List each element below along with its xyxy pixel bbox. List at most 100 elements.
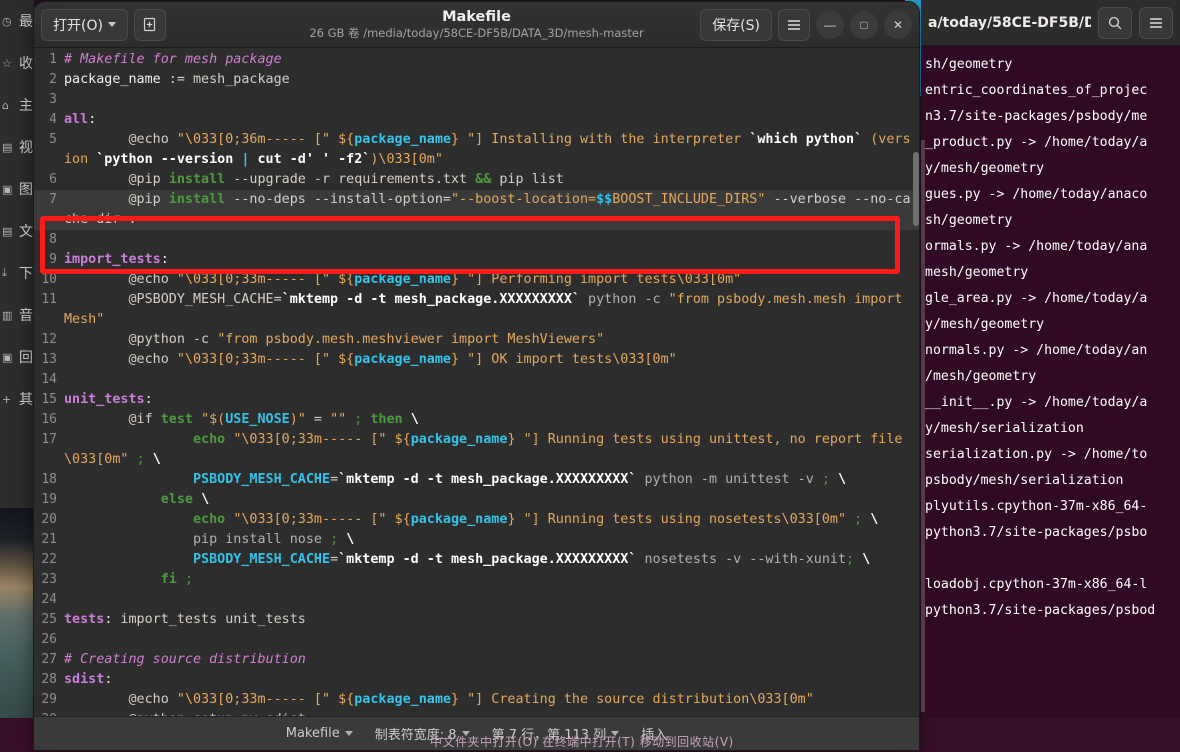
code-line[interactable]: 20 echo "\033[0;33m----- [" ${package_na… bbox=[34, 510, 919, 530]
line-content: PSBODY_MESH_CACHE=`mktemp -d -t mesh_pac… bbox=[193, 552, 871, 567]
code-line[interactable]: 23 fi ; bbox=[34, 570, 919, 590]
line-content: pip install nose ; \ bbox=[193, 532, 355, 547]
code-line[interactable]: 18 PSBODY_MESH_CACHE=`mktemp -d -t mesh_… bbox=[34, 470, 919, 490]
terminal-scrollbar[interactable] bbox=[921, 140, 925, 712]
code-line[interactable]: 8 bbox=[34, 230, 919, 250]
code-line[interactable]: 4 all: bbox=[34, 110, 919, 130]
code-line[interactable]: 21 pip install nose ; \ bbox=[34, 530, 919, 550]
code-line[interactable]: 28 sdist: bbox=[34, 670, 919, 690]
line-number: 8 bbox=[49, 232, 57, 247]
language-selector[interactable]: Makefile bbox=[286, 726, 353, 741]
line-content: @pip install --upgrade -r requirements.t… bbox=[64, 172, 564, 187]
sidebar-item-4[interactable]: ▣ 图 bbox=[0, 168, 34, 210]
minimize-button[interactable]: — bbox=[816, 10, 844, 39]
wallpaper-left-strip bbox=[0, 505, 34, 752]
sidebar-item-label: 文 bbox=[19, 224, 33, 240]
sidebar-item-0[interactable]: ◷ 最 bbox=[0, 0, 34, 42]
save-button-label: 保存(S) bbox=[712, 17, 760, 34]
line-content: PSBODY_MESH_CACHE=`mktemp -d -t mesh_pac… bbox=[193, 472, 847, 487]
monitor-icon: ▤ bbox=[2, 140, 13, 154]
line-number: 9 bbox=[49, 252, 57, 267]
sidebar-item-6[interactable]: ⤓ 下 bbox=[0, 252, 34, 294]
line-number: 7 bbox=[49, 192, 57, 207]
editor-vertical-scrollbar[interactable] bbox=[913, 152, 919, 226]
home-icon: ⌂ bbox=[2, 98, 9, 112]
code-line[interactable]: 25 tests: import_tests unit_tests bbox=[34, 610, 919, 630]
code-line[interactable]: 14 bbox=[34, 370, 919, 390]
line-content: @echo "\033[0;36m----- [" ${package_name… bbox=[64, 132, 911, 167]
code-line[interactable]: 11 @PSBODY_MESH_CACHE=`mktemp -d -t mesh… bbox=[34, 290, 919, 330]
terminal-output[interactable]: sh/geometry entric_coordinates_of_projec n… bbox=[921, 46, 1180, 718]
terminal-search-button[interactable] bbox=[1098, 6, 1132, 39]
code-line[interactable]: 12 @python -c "from psbody.mesh.meshview… bbox=[34, 330, 919, 350]
terminal-menu-button[interactable] bbox=[1139, 6, 1173, 39]
terminal-line: serialization.py -> /home/to bbox=[925, 447, 1148, 462]
sidebar-item-label: 收 bbox=[19, 56, 33, 72]
code-line[interactable]: 1 # Makefile for mesh package bbox=[34, 50, 919, 70]
line-content: fi ; bbox=[160, 572, 193, 587]
code-line[interactable]: 3 bbox=[34, 90, 919, 110]
sidebar-item-2[interactable]: ⌂ 主 bbox=[0, 84, 34, 126]
code-line[interactable]: 2 package_name := mesh_package bbox=[34, 70, 919, 90]
sidebar-item-7[interactable]: ▥ 音 bbox=[0, 294, 34, 336]
line-content: # Makefile for mesh package bbox=[64, 52, 282, 67]
code-line[interactable]: 27 # Creating source distribution bbox=[34, 650, 919, 670]
open-button-label: 打开(O) bbox=[53, 17, 103, 34]
sidebar-item-1[interactable]: ☆ 收 bbox=[0, 42, 34, 84]
code-line[interactable]: 13 @echo "\033[0;33m----- [" ${package_n… bbox=[34, 350, 919, 370]
code-line[interactable]: 10 @echo "\033[0;33m----- [" ${package_n… bbox=[34, 270, 919, 290]
code-line[interactable]: 6 @pip install --upgrade -r requirements… bbox=[34, 170, 919, 190]
sidebar-item-label: 音 bbox=[19, 308, 33, 324]
code-editor-area[interactable]: 1 # Makefile for mesh package 2 package_nam… bbox=[34, 48, 919, 716]
code-line[interactable]: 5 @echo "\033[0;36m----- [" ${package_na… bbox=[34, 130, 919, 170]
code-line[interactable]: 16 @if test "$(USE_NOSE)" = "" ; then \ bbox=[34, 410, 919, 430]
terminal-line: sh/geometry bbox=[925, 213, 1013, 228]
code-line[interactable]: 19 else \ bbox=[34, 490, 919, 510]
line-content: @python -c "from psbody.mesh.meshviewer … bbox=[64, 332, 605, 347]
line-number: 4 bbox=[49, 112, 57, 127]
code-line[interactable]: 15 unit_tests: bbox=[34, 390, 919, 410]
code-line[interactable]: 7 @pip install --no-deps --install-optio… bbox=[34, 190, 919, 230]
open-file-button[interactable]: 打开(O) bbox=[41, 8, 128, 41]
maximize-button[interactable]: □ bbox=[850, 10, 878, 39]
terminal-line: python3.7/site-packages/psbo bbox=[925, 525, 1148, 540]
hamburger-menu-button[interactable] bbox=[778, 8, 810, 41]
terminal-line: gues.py -> /home/today/anaco bbox=[925, 187, 1148, 202]
sidebar-item-label: 最 bbox=[19, 14, 33, 30]
code-line[interactable]: 26 bbox=[34, 630, 919, 650]
code-line[interactable]: 22 PSBODY_MESH_CACHE=`mktemp -d -t mesh_… bbox=[34, 550, 919, 570]
terminal-line: gle_area.py -> /home/today/a bbox=[925, 291, 1148, 306]
terminal-line: sh/geometry bbox=[925, 57, 1013, 72]
context-menu-hint: 中文件夹中打开(O) 在终端中打开(T) 移动到回收站(V) bbox=[430, 735, 734, 749]
sidebar-item-3[interactable]: ▤ 视 bbox=[0, 126, 34, 168]
code-line[interactable]: 30 @python setup.py sdist bbox=[34, 710, 919, 716]
terminal-line: __init__.py -> /home/today/a bbox=[925, 395, 1148, 410]
sidebar-item-9[interactable]: + 其 bbox=[0, 378, 34, 420]
sidebar-item-8[interactable]: ▣ 回 bbox=[0, 336, 34, 378]
code-line[interactable]: 17 echo "\033[0;33m----- [" ${package_na… bbox=[34, 430, 919, 470]
code-line[interactable]: 24 bbox=[34, 590, 919, 610]
terminal-line: y/mesh/geometry bbox=[925, 161, 1045, 176]
line-number: 13 bbox=[41, 352, 57, 367]
music-icon: ▥ bbox=[2, 308, 13, 322]
line-number: 15 bbox=[41, 392, 57, 407]
file-manager-sidebar[interactable]: ◷ 最 ☆ 收 ⌂ 主 ▤ 视 ▣ 图 ▤ 文 ⤓ 下 ▥ 音 ▣ 回 + 其 bbox=[0, 0, 34, 508]
line-content: sdist: bbox=[64, 672, 113, 687]
line-number: 28 bbox=[41, 672, 57, 687]
line-content: @echo "\033[0;33m----- [" ${package_name… bbox=[64, 352, 677, 367]
code-line[interactable]: 9 import_tests: bbox=[34, 250, 919, 270]
new-document-button[interactable] bbox=[133, 8, 166, 41]
sidebar-item-5[interactable]: ▤ 文 bbox=[0, 210, 34, 252]
code-lines-container[interactable]: 1 # Makefile for mesh package 2 package_nam… bbox=[34, 48, 919, 716]
line-number: 6 bbox=[49, 172, 57, 187]
close-button[interactable]: ✕ bbox=[884, 10, 912, 39]
search-icon bbox=[1108, 16, 1122, 29]
terminal-line: entric_coordinates_of_projec bbox=[925, 83, 1148, 98]
line-number: 19 bbox=[41, 492, 57, 507]
sidebar-item-label: 下 bbox=[19, 266, 33, 282]
line-number: 1 bbox=[49, 52, 57, 67]
code-line[interactable]: 29 @echo "\033[0;33m----- [" ${package_n… bbox=[34, 690, 919, 710]
language-label: Makefile bbox=[285, 726, 340, 741]
save-button[interactable]: 保存(S) bbox=[700, 8, 772, 41]
terminal-title: a/today/58CE-DF5B/DAT... bbox=[928, 14, 1091, 31]
